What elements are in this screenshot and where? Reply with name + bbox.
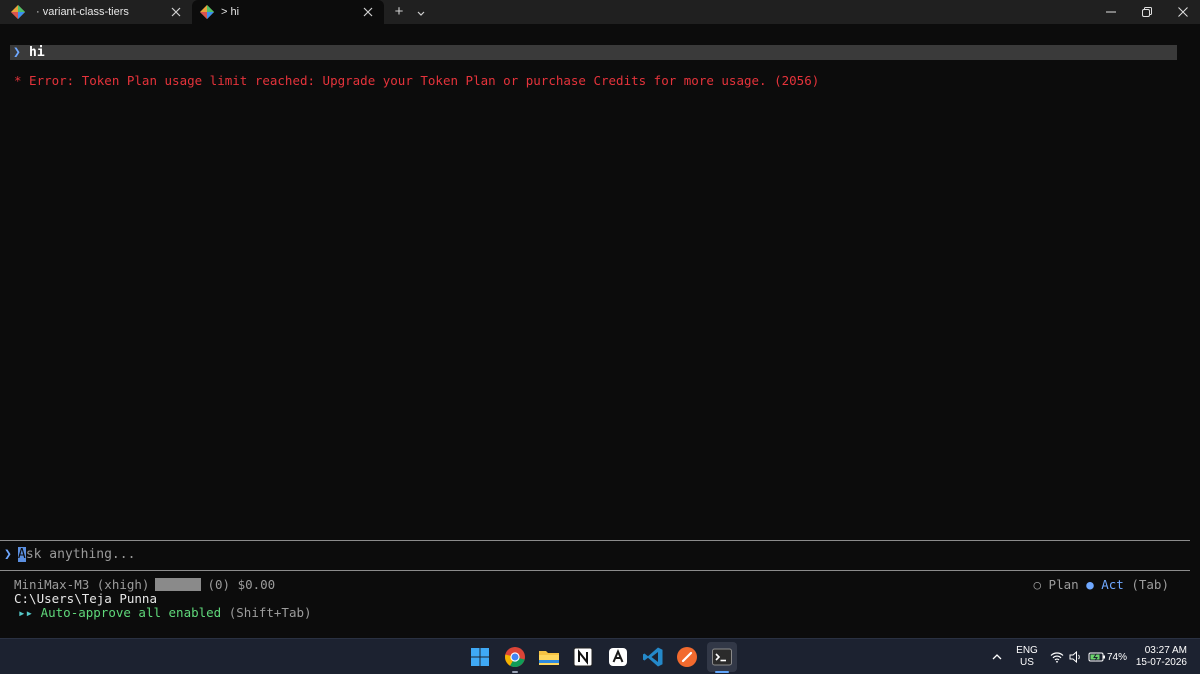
working-directory: C:\Users\Teja Punna	[14, 591, 157, 606]
restore-button[interactable]	[1129, 0, 1165, 24]
battery-charging-icon[interactable]	[1088, 651, 1106, 663]
mode-act[interactable]: Act	[1101, 577, 1124, 592]
user-message-text: hi	[29, 45, 45, 60]
session-cost: $0.00	[237, 577, 276, 592]
terminal-app-icon	[200, 5, 214, 19]
context-usage-bar	[155, 578, 202, 591]
close-window-button[interactable]	[1165, 0, 1200, 24]
token-count: (0)	[207, 577, 231, 592]
tab-label: · variant-class-tiers	[36, 6, 129, 18]
model-name: MiniMax-M3 (xhigh)	[14, 577, 150, 592]
vscode-icon[interactable]	[641, 645, 665, 669]
terminal-app-icon	[11, 5, 25, 19]
auto-approve-hint: (Shift+Tab)	[228, 605, 312, 620]
terminal-icon[interactable]	[710, 645, 734, 669]
input-chevron-icon: ❯	[4, 547, 12, 562]
chrome-icon[interactable]	[503, 645, 527, 669]
app-orange-icon[interactable]	[675, 645, 699, 669]
new-tab-button[interactable]: +	[391, 4, 407, 20]
radio-filled-icon: ●	[1086, 577, 1094, 592]
windows-start-icon[interactable]	[468, 645, 492, 669]
tab-label: > hi	[221, 6, 240, 18]
app-a-icon[interactable]	[606, 645, 630, 669]
prompt-chevron-icon: ❯	[13, 45, 21, 60]
tab-hi[interactable]: > hi	[192, 0, 384, 24]
minimize-button[interactable]	[1093, 0, 1129, 24]
model-status: MiniMax-M3 (xhigh) (0) $0.00	[14, 577, 275, 592]
taskbar: ENG US 74% 03:27 AM 15-07-2026	[0, 638, 1200, 674]
divider	[0, 540, 1190, 541]
chevron-down-icon[interactable]	[414, 6, 428, 20]
region-code: US	[1020, 657, 1034, 668]
mode-toggle[interactable]: ○ Plan ● Act (Tab)	[1033, 577, 1169, 592]
error-message: * Error: Token Plan usage limit reached:…	[14, 73, 820, 88]
running-indicator	[512, 671, 518, 673]
close-tab-icon[interactable]	[362, 6, 374, 18]
mode-plan[interactable]: Plan	[1049, 577, 1079, 592]
radio-empty-icon: ○	[1033, 577, 1042, 592]
language-code: ENG	[1016, 645, 1038, 656]
terminal-pane[interactable]	[0, 24, 1200, 638]
title-bar: · variant-class-tiers > hi +	[0, 0, 1200, 24]
file-explorer-icon[interactable]	[537, 645, 561, 669]
mode-hint: (Tab)	[1131, 577, 1169, 592]
chevron-up-icon[interactable]	[991, 652, 1003, 662]
clock-time: 03:27 AM	[1144, 645, 1187, 656]
user-message-line: ❯ hi	[10, 45, 1177, 60]
clock-date: 15-07-2026	[1135, 657, 1187, 668]
active-indicator	[715, 671, 729, 673]
auto-approve-text: Auto-approve all enabled	[40, 605, 222, 620]
close-icon	[1178, 7, 1188, 17]
divider	[0, 570, 1190, 571]
chat-input[interactable]: ❯ Ask anything...	[4, 547, 135, 563]
input-placeholder: sk anything...	[25, 547, 136, 562]
restore-icon	[1142, 7, 1152, 17]
tab-variant-class-tiers[interactable]: · variant-class-tiers	[0, 0, 192, 24]
double-arrow-icon: ▸▸	[18, 605, 34, 620]
minimize-icon	[1106, 11, 1116, 13]
battery-percent: 74%	[1107, 652, 1128, 663]
wifi-icon[interactable]	[1050, 651, 1064, 663]
text-cursor: A	[17, 547, 26, 562]
volume-icon[interactable]	[1069, 651, 1083, 663]
close-tab-icon[interactable]	[170, 6, 182, 18]
auto-approve-status: ▸▸ Auto-approve all enabled (Shift+Tab)	[18, 605, 312, 620]
language-indicator[interactable]: ENG US	[1014, 645, 1040, 669]
notion-icon[interactable]	[571, 645, 595, 669]
system-clock[interactable]: 03:27 AM 15-07-2026	[1131, 645, 1187, 669]
